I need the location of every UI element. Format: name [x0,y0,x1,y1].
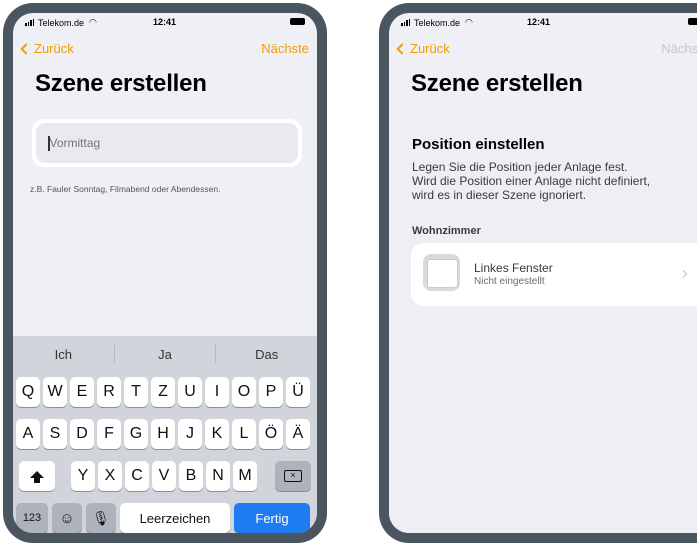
key[interactable]: C [125,461,149,491]
carrier-label: Telekom.de [38,17,85,28]
screen-set-position: Telekom.de ◠ 12:41 Zurück Nächste Szene … [389,13,697,533]
signal-icon [401,19,410,26]
key[interactable]: Ü [286,377,310,407]
battery-icon [688,18,697,25]
status-time: 12:41 [527,17,551,27]
key[interactable]: S [43,419,67,449]
carrier: Telekom.de ◠ [25,17,97,28]
room-header: Wohnzimmer [412,225,481,237]
microphone-icon: 🎙 [92,509,110,526]
space-key[interactable]: Leerzeichen [120,503,230,533]
back-button[interactable]: Zurück [20,41,74,56]
key[interactable]: Z [151,377,175,407]
carrier-label: Telekom.de [414,17,461,28]
phone-left: Telekom.de ◠ 12:41 Zurück Nächste Szene … [3,3,327,543]
chevron-left-icon [20,42,32,55]
battery-icon [290,18,305,25]
suggestion-item[interactable]: Ja [115,347,216,362]
back-button[interactable]: Zurück [396,41,450,56]
phone-right: Telekom.de ◠ 12:41 Zurück Nächste Szene … [379,3,697,543]
chevron-left-icon [396,42,408,55]
dictation-key[interactable]: 🎙 [86,503,116,533]
shift-key[interactable] [19,461,55,491]
wifi-icon: ◠ [89,17,97,27]
key[interactable]: Ä [286,419,310,449]
delete-key[interactable]: × [275,461,311,491]
description-line: Legen Sie die Position jeder Anlage fest… [412,160,628,174]
status-bar: Telekom.de ◠ 12:41 [389,13,697,31]
key[interactable]: X [98,461,122,491]
key[interactable]: A [16,419,40,449]
key[interactable]: E [70,377,94,407]
back-label: Zurück [410,41,450,56]
description-line: wird es in dieser Szene ignoriert. [412,188,587,202]
numbers-key[interactable]: 123 [16,503,48,533]
key[interactable]: K [205,419,229,449]
screen-create-scene-name: Telekom.de ◠ 12:41 Zurück Nächste Szene … [13,13,317,533]
key[interactable]: U [178,377,202,407]
key[interactable]: V [152,461,176,491]
scene-name-field-wrapper[interactable] [36,123,298,163]
key[interactable]: N [206,461,230,491]
scene-name-input[interactable] [49,136,250,150]
signal-icon [25,19,34,26]
key[interactable]: D [70,419,94,449]
key[interactable]: T [124,377,148,407]
navigation-bar: Zurück Nächste [389,39,697,59]
section-description: Legen Sie die Position jeder Anlage fest… [412,160,697,202]
delete-icon: × [284,470,302,482]
key[interactable]: L [232,419,256,449]
window-icon [423,254,460,291]
page-title: Szene erstellen [411,70,583,97]
key[interactable]: Y [71,461,95,491]
key[interactable]: G [124,419,148,449]
description-line: Wird die Position einer Anlage nicht def… [412,174,651,188]
section-title: Position einstellen [412,136,545,153]
navigation-bar: Zurück Nächste [13,39,317,59]
carrier: Telekom.de ◠ [401,17,473,28]
key[interactable]: O [232,377,256,407]
keyboard-row-4: 123 ☺ 🎙 Leerzeichen Fertig [13,503,317,533]
emoji-icon: ☺ [59,509,75,527]
device-name: Linkes Fenster [474,261,553,275]
key[interactable]: R [97,377,121,407]
key[interactable]: B [179,461,203,491]
keyboard-row-1: Q W E R T Z U I O P Ü [13,377,317,407]
keyboard-row-2: A S D F G H J K L Ö Ä [13,419,317,449]
done-key[interactable]: Fertig [234,503,310,533]
device-row-left-window[interactable]: Linkes Fenster Nicht eingestellt [411,243,697,306]
key[interactable]: H [151,419,175,449]
key[interactable]: P [259,377,283,407]
page-title: Szene erstellen [35,70,207,97]
scene-name-card [32,119,302,167]
suggestion-item[interactable]: Das [216,347,317,362]
key[interactable]: I [205,377,229,407]
chevron-right-icon [678,269,688,279]
key[interactable]: F [97,419,121,449]
keyboard: Ich Ja Das Q W E R T Z U I O P Ü A S D F… [13,336,317,533]
suggestion-item[interactable]: Ich [13,347,114,362]
back-label: Zurück [34,41,74,56]
status-bar: Telekom.de ◠ 12:41 [13,13,317,31]
key[interactable]: W [43,377,67,407]
suggestion-bar: Ich Ja Das [13,336,317,372]
wifi-icon: ◠ [465,17,473,27]
device-status: Nicht eingestellt [474,276,545,287]
keyboard-row-3: Y X C V B N M × [13,461,317,491]
key[interactable]: M [233,461,257,491]
next-button[interactable]: Nächste [261,41,309,56]
scene-name-hint: z.B. Fauler Sonntag, Filmabend oder Aben… [30,184,221,194]
key[interactable]: Q [16,377,40,407]
key[interactable]: Ö [259,419,283,449]
next-button[interactable]: Nächste [661,41,697,56]
emoji-key[interactable]: ☺ [52,503,82,533]
shift-icon [30,470,44,483]
key[interactable]: J [178,419,202,449]
status-time: 12:41 [153,17,177,27]
